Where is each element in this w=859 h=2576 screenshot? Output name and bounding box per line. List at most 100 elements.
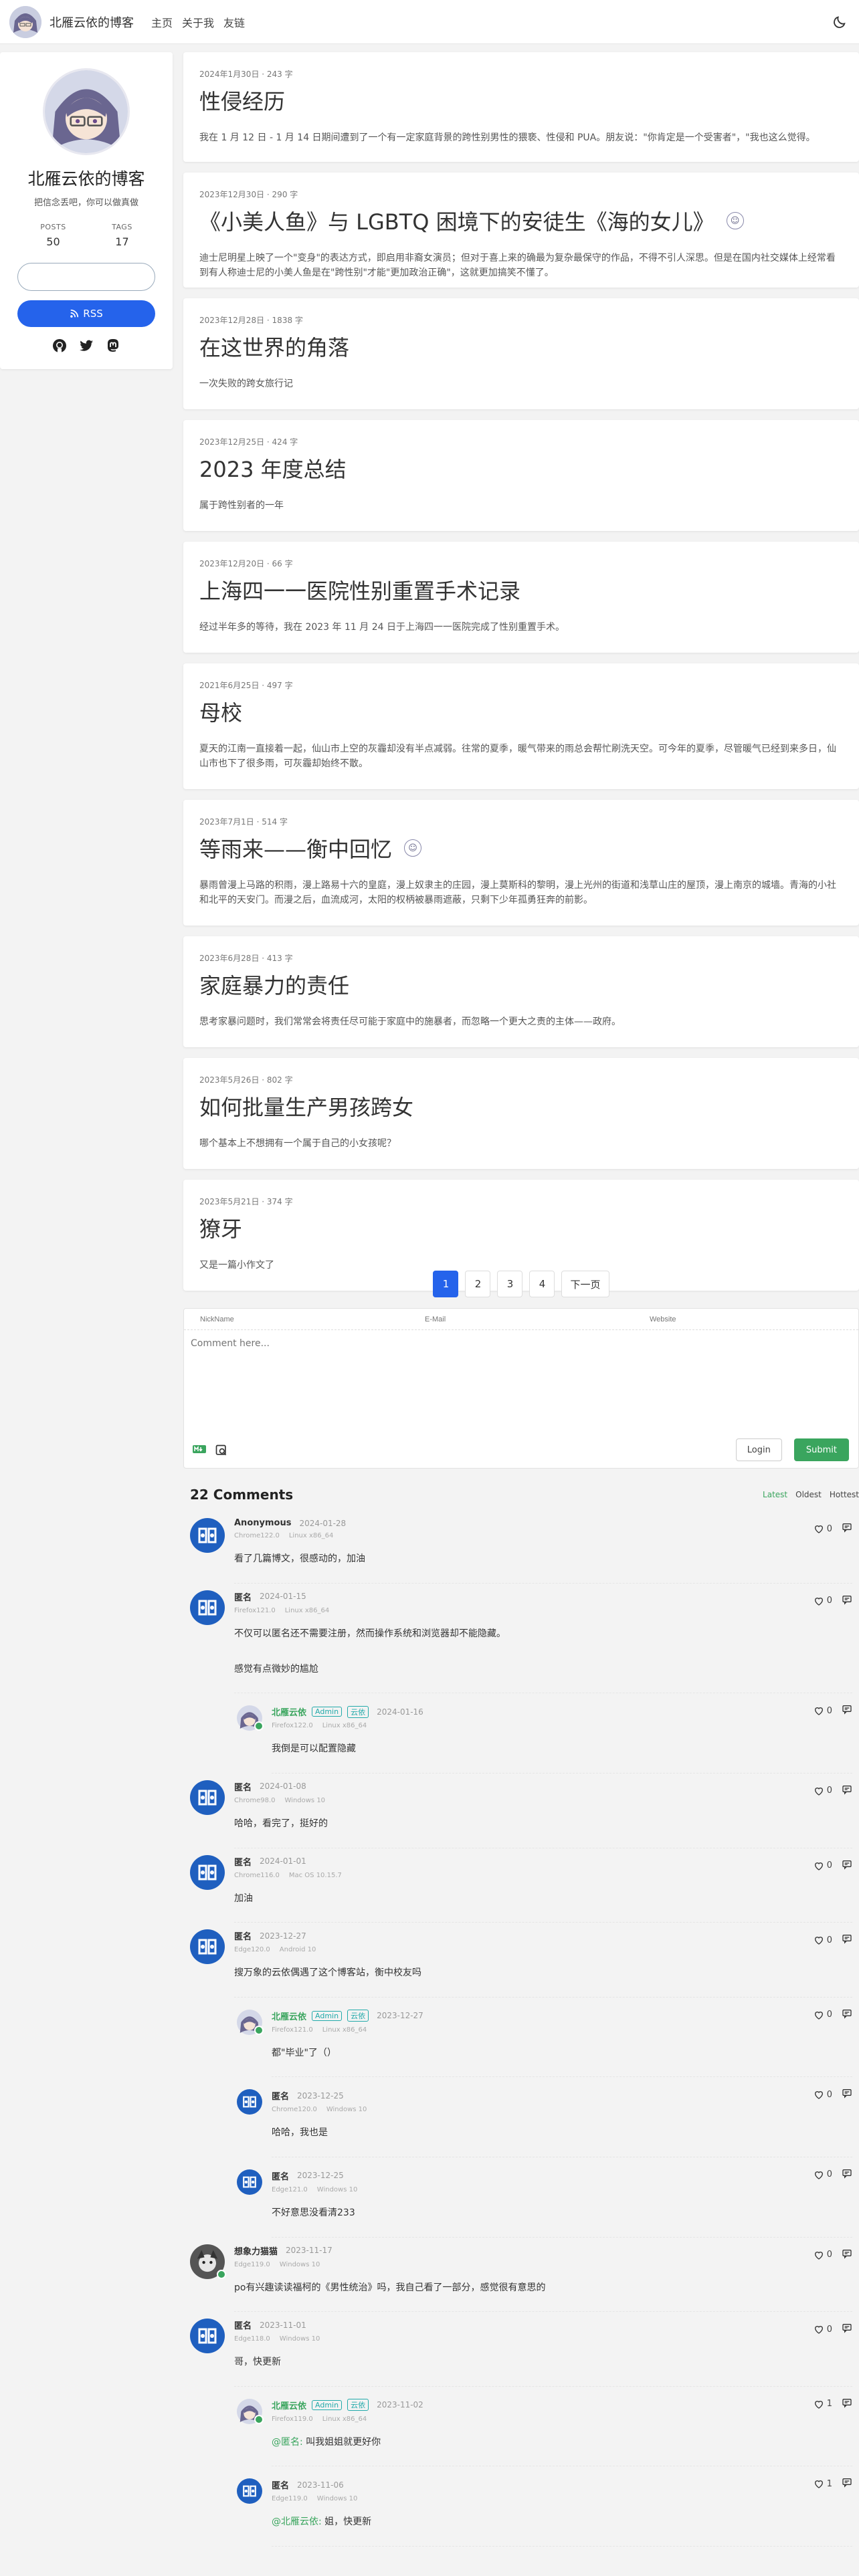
like-button[interactable]: 1 xyxy=(814,2478,832,2489)
twitter-icon[interactable] xyxy=(78,338,94,354)
next-page-button[interactable]: 下一页 xyxy=(561,1271,609,1297)
like-button[interactable]: 0 xyxy=(814,1596,832,1606)
post-card[interactable]: 2023年6月28日 · 413 字家庭暴力的责任 思考家暴问题时，我们常常会将责… xyxy=(183,936,859,1047)
nav-home[interactable]: 主页 xyxy=(151,14,173,30)
commenter-nickname[interactable]: 北雁云依 xyxy=(272,1705,306,1718)
post-card[interactable]: 2023年12月25日 · 424 字 2023 年度总结 属于跨性别者的一年 xyxy=(183,420,859,531)
post-title[interactable]: 如何批量生产男孩跨女 xyxy=(199,1091,413,1121)
email-input[interactable] xyxy=(409,1315,634,1323)
post-title-row: 家庭暴力的责任 xyxy=(199,969,843,1000)
post-card[interactable]: 2021年6月25日 · 497 字母校 夏天的江南一直接着一起，仙山市上空的灰霾… xyxy=(183,663,859,789)
reply-button[interactable] xyxy=(842,1522,852,1535)
comment-browser: Edge120.0 xyxy=(234,1946,270,1954)
post-title-row: 如何批量生产男孩跨女 xyxy=(199,1091,843,1121)
reply-button[interactable] xyxy=(842,2323,852,2336)
reply-button[interactable] xyxy=(842,1933,852,1947)
post-card[interactable]: 2023年12月20日 · 66 字上海四一一医院性别重置手术记录 经过半年多的等… xyxy=(183,542,859,653)
reply-button[interactable] xyxy=(842,1594,852,1608)
posts-stat[interactable]: POSTS 50 xyxy=(40,223,66,248)
preview-icon[interactable] xyxy=(215,1444,229,1457)
reply-button[interactable] xyxy=(842,2397,852,2411)
page-3-button[interactable]: 3 xyxy=(497,1271,523,1297)
commenter-nickname[interactable]: 匿名 xyxy=(234,1590,252,1603)
reply-button[interactable] xyxy=(842,2088,852,2101)
like-button[interactable]: 0 xyxy=(814,2324,832,2335)
commenter-nickname[interactable]: 匿名 xyxy=(234,1855,252,1868)
nav-friends[interactable]: 友链 xyxy=(223,14,245,30)
reply-button[interactable] xyxy=(842,2248,852,2262)
mention-link[interactable]: @北雁云依: xyxy=(272,2516,322,2527)
post-title[interactable]: 家庭暴力的责任 xyxy=(199,969,349,1000)
comment-actions: 0 xyxy=(814,1784,852,1798)
like-button[interactable]: 0 xyxy=(814,1860,832,1871)
site-avatar[interactable] xyxy=(9,5,41,38)
reply-button[interactable] xyxy=(842,1859,852,1872)
nav-about[interactable]: 关于我 xyxy=(182,14,214,30)
post-card[interactable]: 2023年12月30日 · 290 字《小美人鱼》与 LGBTQ 困境下的安徒生… xyxy=(183,173,859,288)
website-input[interactable] xyxy=(634,1315,858,1323)
like-button[interactable]: 0 xyxy=(814,1786,832,1796)
like-button[interactable]: 0 xyxy=(814,1523,832,1534)
commenter-nickname[interactable]: 匿名 xyxy=(272,2169,289,2182)
post-title[interactable]: 等雨来——衡中回忆 xyxy=(199,833,392,863)
commenter-nickname[interactable]: 匿名 xyxy=(234,1929,252,1942)
tags-stat[interactable]: TAGS 17 xyxy=(112,223,132,248)
post-title[interactable]: 在这世界的角落 xyxy=(199,331,349,362)
reply-icon xyxy=(842,1860,852,1870)
commenter-nickname[interactable]: Anonymous xyxy=(234,1518,291,1528)
post-title[interactable]: 獠牙 xyxy=(199,1212,242,1243)
reply-button[interactable] xyxy=(842,1784,852,1798)
post-card[interactable]: 2023年7月1日 · 514 字等雨来——衡中回忆 ☺ 暴雨曾漫上马路的积雨，漫上… xyxy=(183,800,859,926)
commenter-nickname[interactable]: 匿名 xyxy=(234,1780,252,1793)
commenter-nickname[interactable]: 匿名 xyxy=(272,2089,289,2102)
nickname-input[interactable] xyxy=(184,1315,409,1323)
search-input[interactable] xyxy=(33,272,154,282)
rss-button[interactable]: RSS xyxy=(17,300,155,327)
login-button[interactable]: Login xyxy=(735,1438,782,1461)
meta-separator: · xyxy=(264,437,272,447)
commenter-nickname[interactable]: 想象力猫猫 xyxy=(234,2244,278,2257)
like-button[interactable]: 0 xyxy=(814,2169,832,2180)
theme-toggle-button[interactable] xyxy=(830,12,850,32)
submit-button[interactable]: Submit xyxy=(793,1438,849,1461)
reply-button[interactable] xyxy=(842,2008,852,2022)
like-button[interactable]: 0 xyxy=(814,1935,832,1945)
like-button[interactable]: 0 xyxy=(814,1705,832,1716)
post-title[interactable]: 《小美人鱼》与 LGBTQ 困境下的安徒生《海的女儿》 xyxy=(199,205,714,236)
like-button[interactable]: 0 xyxy=(814,2010,832,2020)
mastodon-icon[interactable] xyxy=(105,338,121,354)
commenter-nickname[interactable]: 北雁云依 xyxy=(272,2010,306,2022)
sort-hottest-tab[interactable]: Hottest xyxy=(830,1490,859,1499)
sort-oldest-tab[interactable]: Oldest xyxy=(795,1490,822,1499)
post-title[interactable]: 2023 年度总结 xyxy=(199,453,347,484)
comment-textarea[interactable] xyxy=(184,1330,858,1430)
commenter-nickname[interactable]: 匿名 xyxy=(272,2478,289,2491)
sort-latest-tab[interactable]: Latest xyxy=(763,1490,787,1499)
like-count: 1 xyxy=(826,2399,832,2409)
post-title[interactable]: 上海四一一医院性别重置手术记录 xyxy=(199,574,520,605)
like-button[interactable]: 0 xyxy=(814,2089,832,2100)
post-title[interactable]: 性侵经历 xyxy=(199,85,285,116)
page-4-button[interactable]: 4 xyxy=(529,1271,555,1297)
post-card[interactable]: 2023年5月26日 · 802 字如何批量生产男孩跨女 哪个基本上不想拥有一个属… xyxy=(183,1058,859,1169)
commenter-nickname[interactable]: 北雁云依 xyxy=(272,2399,306,2411)
github-icon[interactable] xyxy=(52,338,68,354)
reply-button[interactable] xyxy=(842,2477,852,2490)
like-button[interactable]: 0 xyxy=(814,2250,832,2260)
like-button[interactable]: 1 xyxy=(814,2399,832,2409)
mention-link[interactable]: @匿名: xyxy=(272,2437,303,2448)
post-title-row: 獠牙 xyxy=(199,1212,843,1243)
post-card[interactable]: 2023年12月28日 · 1838 字在这世界的角落 一次失败的跨女旅行记 xyxy=(183,298,859,409)
post-title[interactable]: 母校 xyxy=(199,696,242,727)
commenter-avatar xyxy=(237,2009,264,2035)
page-2-button[interactable]: 2 xyxy=(465,1271,491,1297)
post-card[interactable]: 2024年1月30日 · 243 字性侵经历 我在 1 月 12 日 - 1 月 … xyxy=(183,52,859,162)
markdown-icon[interactable] xyxy=(192,1444,207,1457)
reply-button[interactable] xyxy=(842,1704,852,1717)
reply-button[interactable] xyxy=(842,2168,852,2181)
commenter-nickname[interactable]: 匿名 xyxy=(234,2319,252,2331)
site-title[interactable]: 北雁云依的博客 xyxy=(50,13,134,31)
post-date: 2023年5月26日 xyxy=(199,1075,260,1085)
heart-icon xyxy=(814,1707,823,1716)
page-1-button[interactable]: 1 xyxy=(433,1271,459,1297)
